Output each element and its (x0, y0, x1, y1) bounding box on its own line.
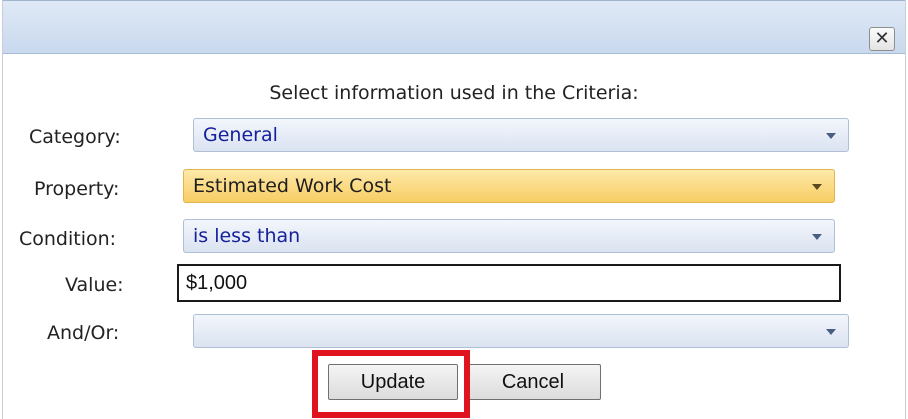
andor-dropdown[interactable] (193, 314, 849, 348)
category-label: Category: (29, 126, 121, 148)
chevron-down-icon (826, 329, 836, 335)
value-label: Value: (65, 274, 124, 296)
property-value: Estimated Work Cost (193, 175, 392, 197)
chevron-down-icon (826, 133, 836, 139)
cancel-button[interactable]: Cancel (465, 364, 601, 400)
value-input[interactable]: $1,000 (177, 264, 841, 302)
condition-dropdown[interactable]: is less than (183, 219, 835, 253)
category-value: General (203, 124, 278, 146)
dialog-titlebar: ✕ (3, 0, 905, 54)
condition-value: is less than (193, 225, 301, 247)
close-icon: ✕ (874, 28, 890, 49)
instruction-text: Select information used in the Criteria: (269, 82, 639, 104)
chevron-down-icon (812, 234, 822, 240)
category-dropdown[interactable]: General (193, 118, 849, 152)
close-button[interactable]: ✕ (869, 27, 895, 51)
property-label: Property: (34, 178, 120, 200)
update-button-highlight (312, 350, 470, 418)
condition-label: Condition: (19, 228, 117, 250)
property-dropdown[interactable]: Estimated Work Cost (183, 169, 835, 203)
andor-label: And/Or: (47, 322, 120, 344)
chevron-down-icon (812, 184, 822, 190)
